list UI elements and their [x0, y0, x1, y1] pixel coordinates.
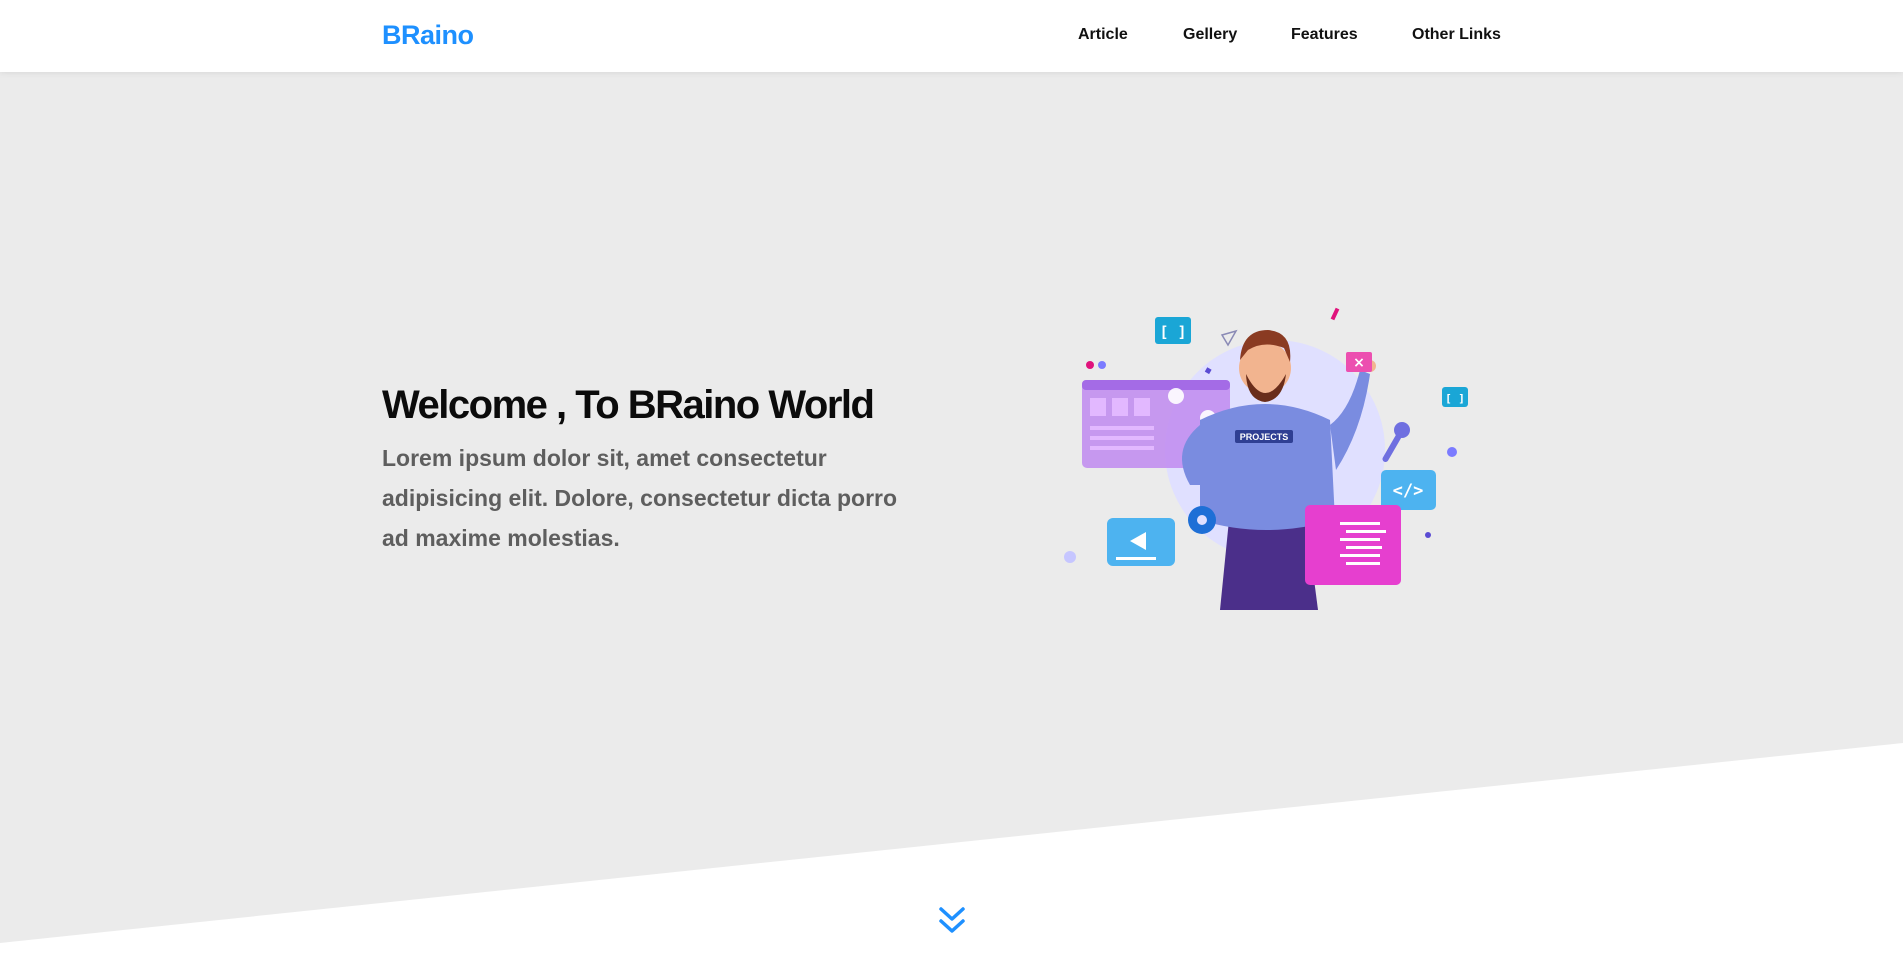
hero-background [0, 72, 1903, 943]
double-chevron-down-icon[interactable] [938, 905, 966, 937]
close-icon: × [1346, 352, 1372, 372]
shirt-text: PROJECTS [1240, 432, 1289, 442]
nav-link-features[interactable]: Features [1291, 26, 1358, 44]
gear-icon [1188, 506, 1216, 534]
nav-link-article[interactable]: Article [1078, 26, 1128, 44]
hero-title: Welcome , To BRaino World [382, 383, 875, 427]
site-header: BRaino Article Gellery Features Other Li… [0, 0, 1903, 72]
main-nav: Article Gellery Features Other Links [0, 26, 1903, 48]
nav-link-gellery[interactable]: Gellery [1183, 26, 1237, 44]
wrench-icon [1382, 422, 1410, 462]
hero-description: Lorem ipsum dolor sit, amet consectetur … [382, 445, 898, 551]
svg-text:[ ]: [ ] [1445, 392, 1465, 405]
code-icon: </> [1381, 470, 1436, 510]
brackets-icon: [ ] [1442, 387, 1468, 407]
developer-illustration: [ ] [ ] PROJECTS × </> [1064, 307, 1468, 610]
svg-text:[ ]: [ ] [1159, 323, 1186, 341]
svg-text:×: × [1353, 355, 1365, 371]
brackets-icon: [ ] [1155, 317, 1191, 344]
document-graphic [1305, 505, 1401, 585]
svg-text:</>: </> [1393, 481, 1424, 501]
nav-link-other-links[interactable]: Other Links [1412, 26, 1501, 44]
play-icon [1107, 518, 1175, 566]
